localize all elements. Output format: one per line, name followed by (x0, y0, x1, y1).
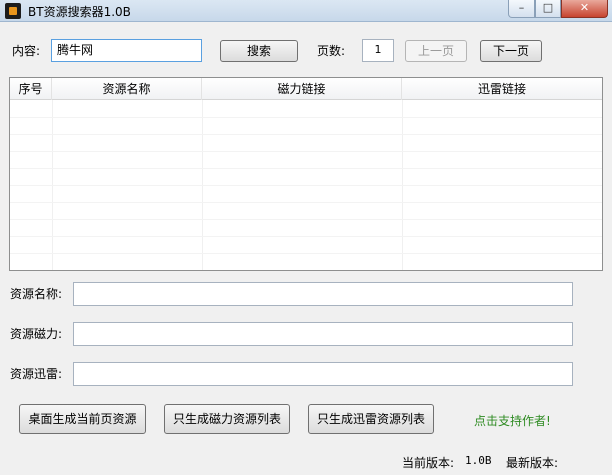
resource-name-field[interactable] (73, 282, 573, 306)
latest-version-label: 最新版本: (506, 456, 559, 470)
current-version-label: 当前版本: (402, 456, 455, 470)
content-input[interactable]: 腾牛网 (51, 39, 202, 62)
content-label: 内容: (12, 44, 41, 58)
column-header-name[interactable]: 资源名称 (52, 78, 202, 100)
current-version-value: 1.0B (465, 454, 492, 467)
title-bar: BT资源搜索器1.0B – □ ✕ (0, 0, 612, 22)
page-input[interactable]: 1 (362, 39, 394, 62)
grid-line (10, 202, 602, 203)
resource-thunder-label: 资源迅雷: (10, 367, 63, 381)
maximize-button[interactable]: □ (535, 0, 561, 18)
column-header-thunder[interactable]: 迅雷链接 (402, 78, 602, 100)
resource-thunder-field[interactable] (73, 362, 573, 386)
grid-line (10, 134, 602, 135)
grid-line (10, 185, 602, 186)
resource-name-label: 资源名称: (10, 287, 63, 301)
search-button[interactable]: 搜索 (220, 40, 298, 62)
prev-page-button[interactable]: 上一页 (405, 40, 467, 62)
resource-magnet-label: 资源磁力: (10, 327, 63, 341)
close-button[interactable]: ✕ (561, 0, 608, 18)
table-header: 序号 资源名称 磁力链接 迅雷链接 (10, 78, 602, 100)
grid-line (10, 117, 602, 118)
grid-line (10, 219, 602, 220)
results-table[interactable]: 序号 资源名称 磁力链接 迅雷链接 (9, 77, 603, 271)
grid-line (10, 151, 602, 152)
magnet-list-button[interactable]: 只生成磁力资源列表 (164, 404, 290, 434)
grid-line (10, 236, 602, 237)
thunder-list-button[interactable]: 只生成迅雷资源列表 (308, 404, 434, 434)
app-icon (5, 3, 21, 19)
column-header-index[interactable]: 序号 (10, 78, 52, 100)
minimize-button[interactable]: – (508, 0, 535, 18)
grid-line (10, 253, 602, 254)
grid-line (10, 168, 602, 169)
column-header-magnet[interactable]: 磁力链接 (202, 78, 402, 100)
next-page-button[interactable]: 下一页 (480, 40, 542, 62)
resource-magnet-field[interactable] (73, 322, 573, 346)
support-author-link[interactable]: 点击支持作者! (474, 412, 551, 429)
page-label: 页数: (317, 44, 346, 58)
window-title: BT资源搜索器1.0B (28, 5, 131, 19)
generate-page-button[interactable]: 桌面生成当前页资源 (19, 404, 146, 434)
